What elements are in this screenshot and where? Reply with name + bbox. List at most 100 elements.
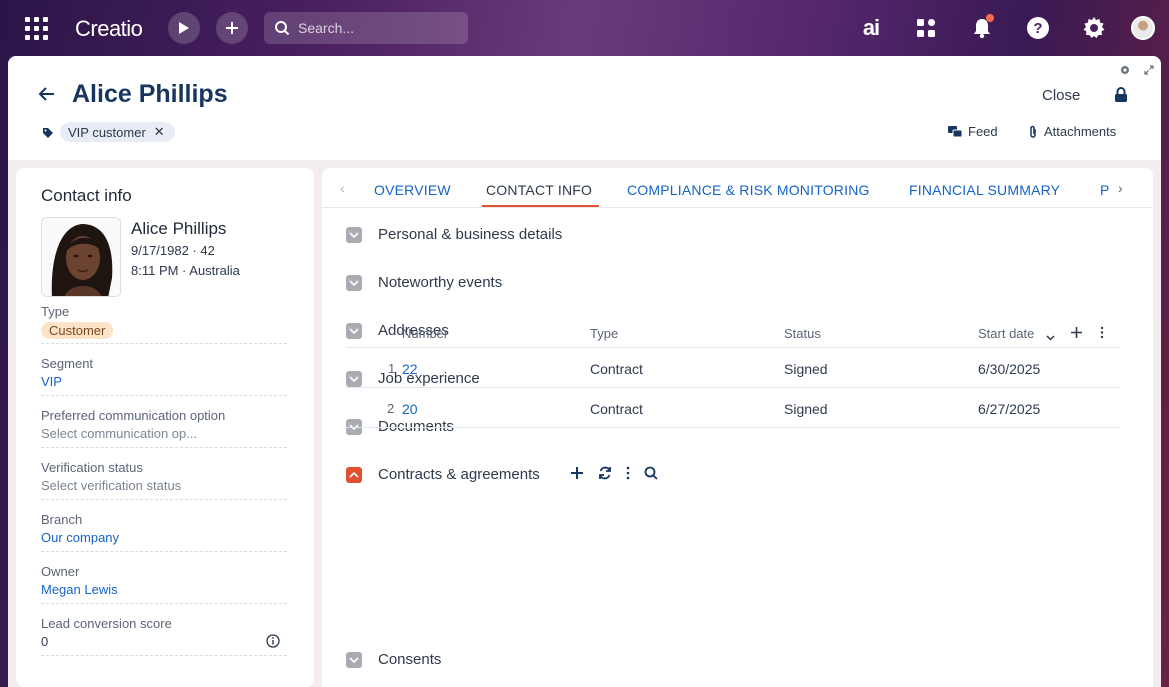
app-logo[interactable]: Creatio bbox=[75, 16, 143, 42]
field-lead-score-label: Lead conversion score bbox=[41, 616, 172, 631]
field-communication: Preferred communication option Select co… bbox=[41, 408, 287, 448]
search-input[interactable] bbox=[298, 20, 458, 36]
contract-status: Signed bbox=[784, 401, 828, 417]
contact-info-heading: Contact info bbox=[41, 186, 132, 205]
field-verification-label: Verification status bbox=[41, 460, 143, 475]
back-arrow-icon[interactable] bbox=[38, 86, 56, 107]
field-owner: Owner Megan Lewis bbox=[41, 564, 287, 604]
contact-name: Alice Phillips bbox=[131, 219, 227, 238]
sort-chevron-down-icon[interactable] bbox=[1046, 329, 1055, 344]
contact-birthdate-age: 9/17/1982 · 42 bbox=[131, 243, 215, 258]
table-row[interactable]: 2 20 Contract Signed 6/27/2025 bbox=[346, 387, 1121, 427]
verification-select[interactable]: Select verification status bbox=[41, 478, 287, 493]
section-title: Contracts & agreements bbox=[378, 466, 540, 483]
column-start-date[interactable]: Start date bbox=[978, 326, 1034, 341]
user-avatar[interactable] bbox=[1131, 16, 1155, 40]
feed-label: Feed bbox=[968, 124, 998, 139]
field-type: Type Customer bbox=[41, 304, 287, 344]
page-settings-icon[interactable] bbox=[1120, 62, 1130, 80]
section-title: Consents bbox=[378, 651, 442, 668]
apps-grid-icon[interactable] bbox=[22, 14, 50, 42]
lead-score-value: 0 bbox=[41, 634, 49, 649]
svg-text:?: ? bbox=[1033, 20, 1042, 37]
contact-local-time: 8:11 PM · Australia bbox=[131, 263, 240, 278]
branch-link[interactable]: Our company bbox=[41, 530, 287, 545]
more-options-icon[interactable] bbox=[626, 466, 630, 480]
column-type[interactable]: Type bbox=[590, 326, 618, 341]
settings-gear-icon[interactable] bbox=[1080, 14, 1108, 42]
communication-select[interactable]: Select communication op... bbox=[41, 426, 287, 441]
row-index: 2 bbox=[387, 401, 395, 416]
type-badge[interactable]: Customer bbox=[41, 322, 114, 339]
owner-link[interactable]: Megan Lewis bbox=[41, 582, 287, 597]
field-branch: Branch Our company bbox=[41, 512, 287, 552]
add-icon[interactable] bbox=[570, 466, 584, 480]
field-type-label: Type bbox=[41, 304, 70, 319]
tab-overview[interactable]: OVERVIEW bbox=[374, 182, 451, 198]
top-bar: Creatio ai ? bbox=[0, 0, 1169, 56]
tab-next-partial[interactable]: P bbox=[1100, 182, 1110, 198]
create-button[interactable] bbox=[216, 12, 248, 44]
contract-number-link[interactable]: 20 bbox=[402, 401, 418, 417]
chevron-down-icon bbox=[346, 274, 362, 291]
contact-photo[interactable] bbox=[41, 217, 121, 297]
contract-number-link[interactable]: 22 bbox=[402, 361, 418, 377]
page-header: Alice Phillips VIP customer ✕ Close Feed… bbox=[8, 56, 1161, 160]
contact-info-panel: Contact info Alice Phillips 9/17/1982 · … bbox=[16, 168, 314, 687]
tag-icon bbox=[42, 126, 54, 144]
apps-launcher-icon[interactable] bbox=[912, 14, 940, 42]
global-search[interactable] bbox=[264, 12, 468, 44]
attachments-button[interactable]: Attachments bbox=[1028, 124, 1116, 139]
column-options-icon[interactable] bbox=[1100, 326, 1104, 342]
section-title: Personal & business details bbox=[378, 226, 563, 243]
page-title: Alice Phillips bbox=[72, 80, 228, 108]
field-segment: Segment VIP bbox=[41, 356, 287, 396]
column-status[interactable]: Status bbox=[784, 326, 821, 341]
refresh-icon[interactable] bbox=[598, 466, 612, 480]
notifications-bell-icon[interactable] bbox=[968, 14, 996, 42]
notification-dot bbox=[986, 14, 994, 22]
feed-button[interactable]: Feed bbox=[948, 124, 998, 139]
search-icon[interactable] bbox=[644, 466, 658, 480]
section-title: Noteworthy events bbox=[378, 274, 503, 291]
contract-type: Contract bbox=[590, 361, 643, 377]
tabs-scroll-left-icon[interactable]: ‹ bbox=[340, 180, 345, 196]
section-consents[interactable]: Consents bbox=[346, 651, 441, 668]
ai-assistant-button[interactable]: ai bbox=[856, 14, 886, 42]
info-icon[interactable] bbox=[266, 634, 280, 653]
attachments-label: Attachments bbox=[1044, 124, 1117, 139]
lock-icon[interactable] bbox=[1114, 87, 1128, 108]
ai-label: ai bbox=[862, 15, 880, 40]
details-panel: ‹ OVERVIEW CONTACT INFO COMPLIANCE & RIS… bbox=[322, 168, 1153, 687]
chevron-up-icon bbox=[346, 466, 362, 483]
expand-icon[interactable] bbox=[1144, 62, 1154, 80]
section-noteworthy-events[interactable]: Noteworthy events bbox=[346, 274, 502, 291]
help-icon[interactable]: ? bbox=[1024, 14, 1052, 42]
contract-status: Signed bbox=[784, 361, 828, 377]
tab-financial-summary[interactable]: FINANCIAL SUMMARY bbox=[909, 182, 1060, 198]
paperclip-icon bbox=[1030, 125, 1036, 138]
table-row[interactable]: 1 22 Contract Signed 6/30/2025 bbox=[346, 347, 1121, 387]
feed-icon bbox=[948, 125, 962, 137]
tab-contact-info[interactable]: CONTACT INFO bbox=[486, 182, 592, 198]
add-column-icon[interactable] bbox=[1070, 326, 1083, 342]
tabs-scroll-right-icon[interactable]: › bbox=[1118, 180, 1123, 196]
search-icon bbox=[275, 21, 290, 36]
run-process-button[interactable] bbox=[168, 12, 200, 44]
contract-start-date: 6/27/2025 bbox=[978, 401, 1041, 417]
column-number[interactable]: Number bbox=[402, 326, 448, 341]
row-index: 1 bbox=[388, 361, 396, 376]
close-button[interactable]: Close bbox=[1042, 87, 1080, 104]
field-communication-label: Preferred communication option bbox=[41, 408, 226, 423]
contracts-toolbar bbox=[570, 466, 658, 480]
section-personal-business[interactable]: Personal & business details bbox=[346, 226, 562, 243]
record-page: Alice Phillips VIP customer ✕ Close Feed… bbox=[8, 56, 1161, 687]
plus-icon bbox=[226, 22, 238, 34]
tab-compliance-risk[interactable]: COMPLIANCE & RISK MONITORING bbox=[627, 182, 870, 198]
remove-tag-icon[interactable]: ✕ bbox=[154, 124, 165, 140]
active-tab-indicator bbox=[482, 205, 599, 207]
segment-link[interactable]: VIP bbox=[41, 374, 287, 389]
section-contracts[interactable]: Contracts & agreements bbox=[346, 466, 540, 483]
tag-chip[interactable]: VIP customer ✕ bbox=[60, 122, 175, 142]
field-verification: Verification status Select verification … bbox=[41, 460, 287, 500]
